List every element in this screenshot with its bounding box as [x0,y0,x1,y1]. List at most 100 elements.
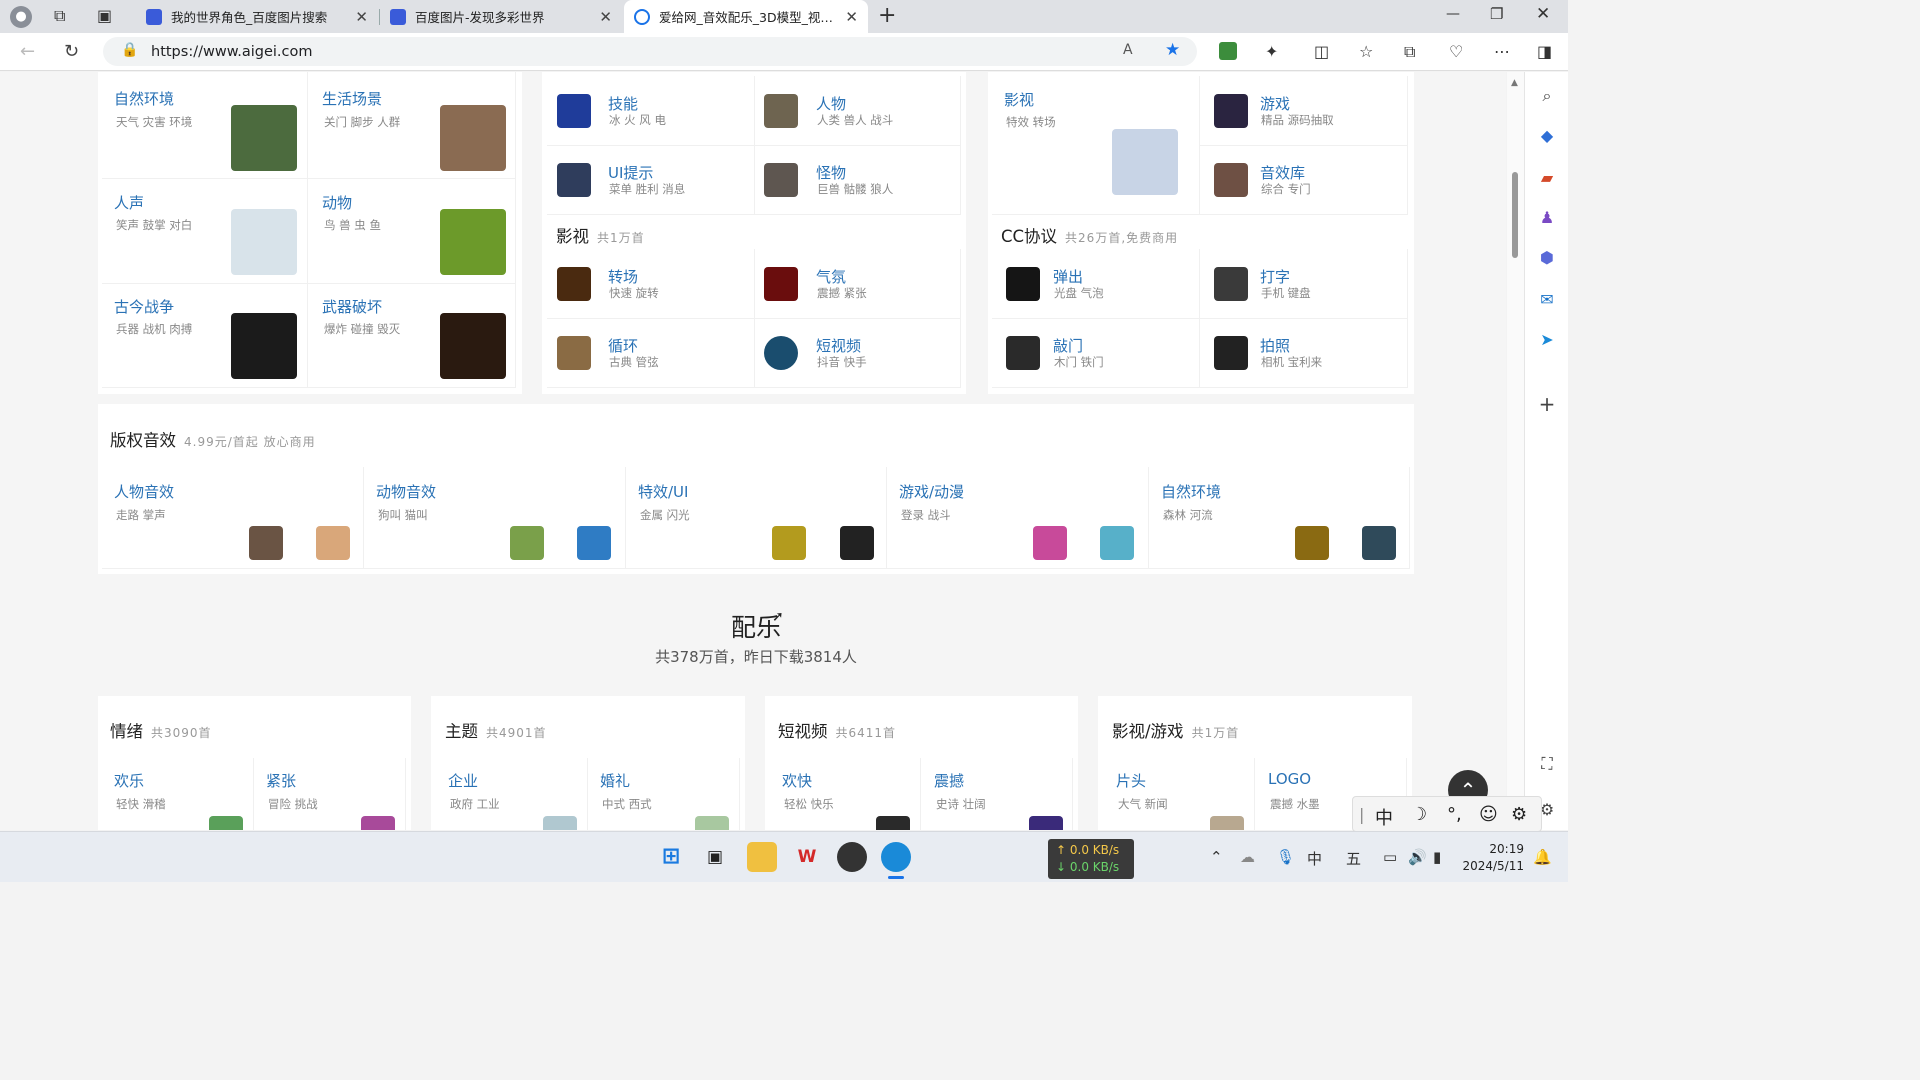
collections-icon[interactable]: ⧉ [1404,42,1415,62]
category-thumbnail[interactable] [440,105,506,171]
category-thumbnail[interactable] [1214,94,1248,128]
ime-language-toggle[interactable]: 中 [1375,804,1393,830]
category-title[interactable]: 自然环境 [1161,481,1221,502]
network-speed-widget[interactable]: ↑ 0.0 KB/s ↓ 0.0 KB/s [1048,839,1134,879]
category-cell[interactable]: 影视 特效 转场 [992,76,1200,215]
category-title[interactable]: 动物 [322,192,352,213]
music-thumbnail[interactable] [876,816,910,830]
category-title[interactable]: 动物音效 [376,481,436,502]
category-title[interactable]: 弹出 [1053,266,1083,287]
edge-browser-icon[interactable] [881,842,911,872]
volume-icon[interactable]: 🔊 [1408,848,1427,866]
category-thumbnail[interactable] [316,526,350,560]
address-input[interactable]: 🔒 https://www.aigei.com A ★ [103,37,1197,66]
category-cell[interactable]: 自然环境 天气 灾害 环境 [102,72,308,179]
category-cell[interactable]: 动物 鸟 兽 虫 鱼 [308,179,516,284]
category-title[interactable]: 人声 [114,192,144,213]
category-title[interactable]: 技能 [608,93,638,114]
restore-icon[interactable]: ❐ [1490,5,1503,23]
category-thumbnail[interactable] [231,209,297,275]
music-thumbnail[interactable] [1210,816,1244,830]
performance-icon[interactable]: ♡ [1449,42,1463,61]
clock-date[interactable]: 2024/5/11 [1460,859,1524,873]
ime-settings-icon[interactable]: ⚙ [1511,804,1527,825]
category-thumbnail[interactable] [577,526,611,560]
music-category-title[interactable]: 紧张 [266,770,296,791]
category-thumbnail[interactable] [440,313,506,379]
read-aloud-icon[interactable]: A [1123,42,1133,58]
tab-baidu-search[interactable]: 我的世界角色_百度图片搜索 ✕ [136,0,378,33]
category-cell[interactable]: 古今战争 兵器 战机 肉搏 [102,284,308,388]
toolbox-icon[interactable]: ▰ [1537,168,1557,188]
category-thumbnail[interactable] [764,336,798,370]
category-cell[interactable]: 短视频 抖音 快手 [755,319,961,388]
favorites-icon[interactable]: ☆ [1359,42,1373,61]
music-thumbnail[interactable] [695,816,729,830]
category-title[interactable]: 循环 [608,335,638,356]
music-thumbnail[interactable] [1029,816,1063,830]
category-thumbnail[interactable] [1214,163,1248,197]
copilot-icon[interactable]: ⬢ [1537,248,1557,268]
category-title[interactable]: 武器破坏 [322,296,382,317]
category-title[interactable]: 怪物 [816,162,846,183]
refresh-icon[interactable]: ↻ [64,41,79,62]
task-view-icon[interactable]: ▣ [700,842,730,872]
app-icon[interactable] [837,842,867,872]
window-close-icon[interactable]: ✕ [1536,4,1550,24]
music-cell[interactable]: 紧张 冒险 挑战 [254,758,406,830]
category-cell[interactable]: 人声 笑声 鼓掌 对白 [102,179,308,284]
category-title[interactable]: 生活场景 [322,88,382,109]
tab-aigei[interactable]: 爱给网_音效配乐_3D模型_视频素 ✕ [624,0,868,33]
music-category-title[interactable]: 欢快 [782,770,812,791]
category-title[interactable]: 自然环境 [114,88,174,109]
music-category-title[interactable]: 婚礼 [600,770,630,791]
category-thumbnail[interactable] [1033,526,1067,560]
category-thumbnail[interactable] [557,267,591,301]
favorite-star-icon[interactable]: ★ [1165,40,1180,60]
tab-actions-icon[interactable]: ▣ [97,6,112,25]
outlook-icon[interactable]: ✉ [1537,290,1557,310]
music-category-title[interactable]: LOGO [1268,770,1311,788]
category-thumbnail[interactable] [1295,526,1329,560]
category-cell[interactable]: 游戏 精品 源码抽取 [1200,76,1408,146]
copyright-cell[interactable]: 游戏/动漫 登录 战斗 [887,467,1149,569]
back-icon[interactable]: ← [20,41,35,62]
category-cell[interactable]: 敲门 木门 铁门 [992,319,1200,388]
music-thumbnail[interactable] [361,816,395,830]
category-thumbnail[interactable] [510,526,544,560]
category-thumbnail[interactable] [1006,336,1040,370]
copyright-cell[interactable]: 特效/UI 金属 闪光 [626,467,887,569]
music-category-title[interactable]: 片头 [1116,770,1146,791]
category-cell[interactable]: 拍照 相机 宝利来 [1200,319,1408,388]
add-icon[interactable]: + [1537,394,1557,414]
category-cell[interactable]: 气氛 震撼 紧张 [755,249,961,319]
extensions-icon[interactable]: ✦ [1265,42,1278,61]
category-thumbnail[interactable] [557,94,591,128]
category-cell[interactable]: 转场 快速 旋转 [547,249,755,319]
ime-handle-icon[interactable]: | [1359,805,1364,824]
music-cell[interactable]: 企业 政府 工业 [436,758,588,830]
category-cell[interactable]: 打字 手机 键盘 [1200,249,1408,319]
ime-punctuation-toggle[interactable]: °, [1447,804,1462,825]
music-cell[interactable]: 婚礼 中式 西式 [588,758,740,830]
category-title[interactable]: 短视频 [816,335,861,356]
category-cell[interactable]: 生活场景 关门 脚步 人群 [308,72,516,179]
download-ext-icon[interactable] [1219,42,1237,60]
music-thumbnail[interactable] [209,816,243,830]
category-thumbnail[interactable] [1214,336,1248,370]
category-thumbnail[interactable] [231,105,297,171]
category-thumbnail[interactable] [764,94,798,128]
workspaces-icon[interactable]: ⧉ [54,6,65,26]
close-icon[interactable]: ✕ [845,8,858,26]
minimize-icon[interactable]: — [1446,6,1460,22]
send-icon[interactable]: ➤ [1537,330,1557,350]
category-thumbnail[interactable] [1362,526,1396,560]
scrollbar-thumb[interactable] [1512,172,1518,258]
category-title[interactable]: 转场 [608,266,638,287]
category-title[interactable]: 游戏/动漫 [899,481,964,502]
new-tab-button[interactable]: + [878,3,896,28]
ime-mode[interactable]: 五 [1346,848,1361,869]
copyright-cell[interactable]: 动物音效 狗叫 猫叫 [364,467,626,569]
sidebar-toggle-icon[interactable]: ◨ [1537,42,1552,61]
category-thumbnail[interactable] [1214,267,1248,301]
